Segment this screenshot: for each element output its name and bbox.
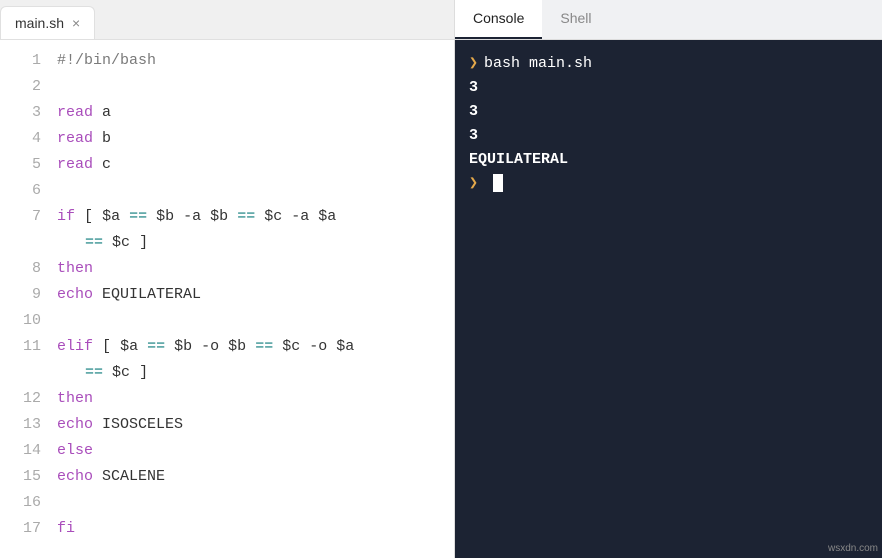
line-number: 12 — [0, 386, 41, 412]
line-number: 5 — [0, 152, 41, 178]
code-line[interactable]: then — [57, 256, 454, 282]
line-number: 16 — [0, 490, 41, 516]
code-line[interactable]: if [ $a == $b -a $b == $c -a $a — [57, 204, 454, 230]
line-number: 2 — [0, 74, 41, 100]
editor-tab-bar: main.sh × — [0, 0, 454, 40]
code-line[interactable] — [57, 74, 454, 100]
console-command-line: ❯ bash main.sh — [469, 52, 868, 76]
code-area[interactable]: #!/bin/bash read aread bread c if [ $a =… — [55, 48, 454, 558]
code-line[interactable]: read c — [57, 152, 454, 178]
code-line[interactable]: read b — [57, 126, 454, 152]
code-line[interactable]: #!/bin/bash — [57, 48, 454, 74]
line-number: 13 — [0, 412, 41, 438]
console-output-line: 3 — [469, 76, 868, 100]
editor-tab-label: main.sh — [15, 15, 64, 31]
console-prompt-line[interactable]: ❯ — [469, 172, 868, 196]
editor-pane: main.sh × 1234567891011121314151617 #!/b… — [0, 0, 455, 558]
code-line[interactable]: then — [57, 386, 454, 412]
code-line[interactable]: echo SCALENE — [57, 464, 454, 490]
code-line[interactable]: read a — [57, 100, 454, 126]
console-command: bash main.sh — [484, 55, 592, 72]
line-number: 1 — [0, 48, 41, 74]
console-pane: ConsoleShell ❯bash main.sh333EQUILATERAL… — [455, 0, 882, 558]
watermark: wsxdn.com — [828, 543, 878, 554]
prompt-icon: ❯ — [469, 55, 478, 72]
code-line-wrap[interactable]: == $c ] — [57, 360, 454, 386]
console-output-line: 3 — [469, 124, 868, 148]
line-gutter: 1234567891011121314151617 — [0, 48, 55, 558]
prompt-icon: ❯ — [469, 175, 478, 192]
line-number: 17 — [0, 516, 41, 542]
console-tab-bar: ConsoleShell — [455, 0, 882, 40]
console-output-line: EQUILATERAL — [469, 148, 868, 172]
line-number: 6 — [0, 178, 41, 204]
line-number: 8 — [0, 256, 41, 282]
cursor-icon — [493, 174, 503, 192]
tab-console[interactable]: Console — [455, 0, 542, 39]
code-line[interactable] — [57, 178, 454, 204]
editor-tab[interactable]: main.sh × — [0, 6, 95, 39]
console-output[interactable]: ❯bash main.sh333EQUILATERAL❯ — [455, 40, 882, 558]
line-number: 11 — [0, 334, 41, 360]
line-number: 9 — [0, 282, 41, 308]
line-number — [0, 360, 41, 386]
line-number: 10 — [0, 308, 41, 334]
code-line[interactable]: fi — [57, 516, 454, 542]
line-number: 3 — [0, 100, 41, 126]
line-number: 7 — [0, 204, 41, 230]
code-line[interactable]: echo EQUILATERAL — [57, 282, 454, 308]
code-line[interactable]: else — [57, 438, 454, 464]
line-number: 15 — [0, 464, 41, 490]
code-line[interactable] — [57, 490, 454, 516]
code-editor[interactable]: 1234567891011121314151617 #!/bin/bash re… — [0, 40, 454, 558]
code-line-wrap[interactable]: == $c ] — [57, 230, 454, 256]
line-number: 14 — [0, 438, 41, 464]
code-line[interactable] — [57, 308, 454, 334]
code-line[interactable]: echo ISOSCELES — [57, 412, 454, 438]
line-number — [0, 230, 41, 256]
line-number: 4 — [0, 126, 41, 152]
close-icon[interactable]: × — [72, 16, 80, 30]
code-line[interactable]: elif [ $a == $b -o $b == $c -o $a — [57, 334, 454, 360]
console-output-line: 3 — [469, 100, 868, 124]
tab-shell[interactable]: Shell — [542, 0, 609, 39]
